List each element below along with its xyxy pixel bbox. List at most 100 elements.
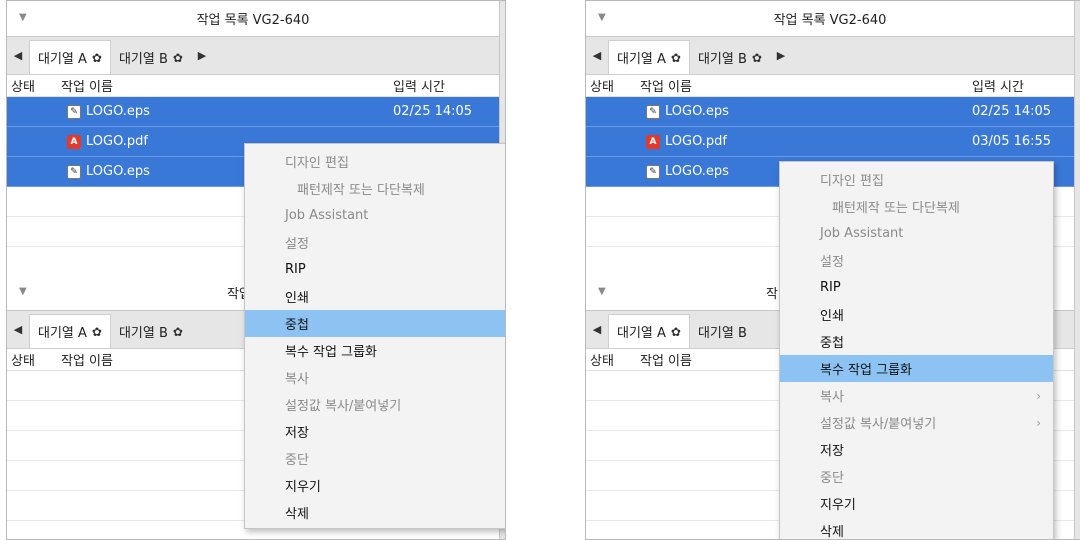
tab-queue-b[interactable]: 대기열 B (690, 315, 755, 348)
collapse-icon[interactable]: ▼ (598, 12, 606, 23)
job-list-title: 작업 목록 VG2-640 (196, 13, 310, 28)
tab-queue-a[interactable]: 대기열 A ✿ (608, 40, 690, 74)
column-status[interactable]: 상태 (586, 76, 640, 95)
gear-icon[interactable]: ✿ (92, 51, 102, 65)
menu-item-label: 설정값 복사/붙여넣기 (285, 399, 402, 414)
tab-label: 대기열 B (118, 52, 168, 67)
tab-scroll-left-icon[interactable]: ◀ (7, 310, 29, 348)
column-header: 상태 작업 이름 입력 시간 (7, 75, 499, 97)
table-row[interactable]: A LOGO.pdf 03/05 16:55 (586, 127, 1074, 157)
menu-item[interactable]: 디자인 편집 (245, 148, 505, 175)
menu-item-label: RIP (820, 280, 841, 295)
menu-item[interactable]: 지우기 (245, 472, 505, 499)
right-screenshot-panel: ▼ 작업 목록 VG2-640 ◀ 대기열 A ✿ 대기열 B ✿ ▶ 상태 작… (585, 0, 1080, 540)
menu-item[interactable]: 복사 › (245, 364, 506, 391)
menu-item-label: 중첩 (285, 318, 309, 333)
menu-item-label: 저장 (285, 426, 309, 441)
tab-scroll-left-icon[interactable]: ◀ (586, 310, 608, 348)
menu-item[interactable]: Job Assistant (245, 202, 505, 229)
menu-item-label: 삭제 (285, 507, 309, 522)
job-list-title: 작업 목록 VG2-640 (773, 13, 887, 28)
tab-scroll-right-icon[interactable]: ▶ (770, 36, 792, 74)
collapse-icon[interactable]: ▼ (598, 286, 606, 297)
file-name: LOGO.eps (86, 164, 150, 179)
menu-item[interactable]: 복수 작업 그룹화 (780, 355, 1053, 382)
menu-item-label: 인쇄 (820, 309, 844, 324)
chevron-right-icon: › (505, 371, 506, 385)
tab-scroll-left-icon[interactable]: ◀ (7, 36, 29, 74)
menu-item-label: 지우기 (285, 480, 321, 495)
column-status[interactable]: 상태 (7, 76, 61, 95)
tab-label: 대기열 A (617, 326, 666, 341)
pdf-file-icon: A (67, 134, 81, 149)
table-row[interactable]: ✎ LOGO.eps 02/25 14:05 (7, 97, 499, 127)
tab-scroll-right-icon[interactable]: ▶ (191, 36, 213, 74)
column-time[interactable]: 입력 시간 (393, 76, 445, 95)
chevron-right-icon: › (1036, 388, 1041, 403)
menu-item[interactable]: Job Assistant (780, 220, 1053, 247)
menu-item[interactable]: 패턴제작 또는 다단복제 (780, 193, 1053, 220)
input-time: 02/25 14:05 (393, 104, 473, 119)
menu-item-label: Job Assistant (820, 226, 904, 241)
collapse-icon[interactable]: ▼ (19, 12, 27, 23)
menu-item[interactable]: 저장 (780, 436, 1053, 463)
menu-item[interactable]: 저장 (245, 418, 505, 445)
pdf-file-icon: A (646, 134, 660, 149)
file-name: LOGO.eps (86, 104, 150, 119)
menu-item-label: 중단 (820, 471, 844, 486)
gear-icon[interactable]: ✿ (173, 325, 183, 339)
panel-scrollbar[interactable] (1074, 1, 1080, 539)
column-name[interactable]: 작업 이름 (640, 76, 940, 95)
menu-item[interactable]: 인쇄 (245, 283, 505, 310)
tab-queue-b[interactable]: 대기열 B ✿ (111, 315, 191, 348)
tab-queue-b[interactable]: 대기열 B ✿ (111, 41, 191, 74)
menu-item[interactable]: 복수 작업 그룹화 (245, 337, 505, 364)
menu-item-label: 삭제 (820, 525, 844, 540)
menu-item[interactable]: 복사 › (780, 382, 1053, 409)
menu-item[interactable]: 중단 (245, 445, 505, 472)
menu-item[interactable]: 설정 (780, 247, 1053, 274)
tab-scroll-left-icon[interactable]: ◀ (586, 36, 608, 74)
menu-item-label: 설정 (285, 237, 309, 252)
table-row[interactable]: ✎ LOGO.eps 02/25 14:05 (586, 97, 1074, 127)
chevron-right-icon: › (1036, 415, 1041, 430)
gear-icon[interactable]: ✿ (752, 51, 762, 65)
menu-item[interactable]: 중첩 (780, 328, 1053, 355)
input-time: 03/05 16:55 (972, 134, 1052, 149)
tab-queue-a[interactable]: 대기열 A ✿ (608, 314, 690, 348)
tab-queue-b[interactable]: 대기열 B ✿ (690, 41, 770, 74)
menu-item[interactable]: 패턴제작 또는 다단복제 (245, 175, 505, 202)
menu-item[interactable]: 지우기 (780, 490, 1053, 517)
gear-icon[interactable]: ✿ (92, 325, 102, 339)
file-name: LOGO.eps (665, 104, 729, 119)
menu-item[interactable]: 설정값 복사/붙여넣기 › (245, 391, 506, 418)
menu-item-label: 저장 (820, 444, 844, 459)
menu-item[interactable]: 인쇄 (780, 301, 1053, 328)
column-status[interactable]: 상태 (7, 350, 61, 369)
chevron-right-icon: › (505, 398, 506, 412)
menu-item[interactable]: 디자인 편집 (780, 166, 1053, 193)
menu-item[interactable]: 설정값 복사/붙여넣기 › (780, 409, 1053, 436)
context-menu: 디자인 편집 패턴제작 또는 다단복제 Job Assistant 설정 RIP 인쇄중첩… (779, 161, 1054, 540)
menu-item[interactable]: RIP (245, 256, 505, 283)
menu-item[interactable]: 중단 (780, 463, 1053, 490)
gear-icon[interactable]: ✿ (671, 325, 681, 339)
gear-icon[interactable]: ✿ (173, 51, 183, 65)
collapse-icon[interactable]: ▼ (19, 286, 27, 297)
menu-item-label: 인쇄 (285, 291, 309, 306)
gear-icon[interactable]: ✿ (671, 51, 681, 65)
tab-queue-a[interactable]: 대기열 A ✿ (29, 40, 111, 74)
menu-item[interactable]: RIP (780, 274, 1053, 301)
menu-item[interactable]: 설정 (245, 229, 505, 256)
menu-item-label: 패턴제작 또는 다단복제 (297, 183, 425, 198)
column-name[interactable]: 작업 이름 (61, 76, 361, 95)
queue-tab-bar: ◀ 대기열 A ✿ 대기열 B ✿ ▶ (586, 37, 1074, 75)
job-list-header: ▼ 작업 목록 VG2-640 (7, 1, 499, 37)
tab-queue-a[interactable]: 대기열 A ✿ (29, 314, 111, 348)
menu-item[interactable]: 삭제 (245, 499, 505, 526)
menu-item[interactable]: 중첩 (245, 310, 505, 337)
column-status[interactable]: 상태 (586, 350, 640, 369)
menu-item[interactable]: 삭제 (780, 517, 1053, 540)
tab-label: 대기열 B (118, 326, 168, 341)
column-time[interactable]: 입력 시간 (972, 76, 1024, 95)
